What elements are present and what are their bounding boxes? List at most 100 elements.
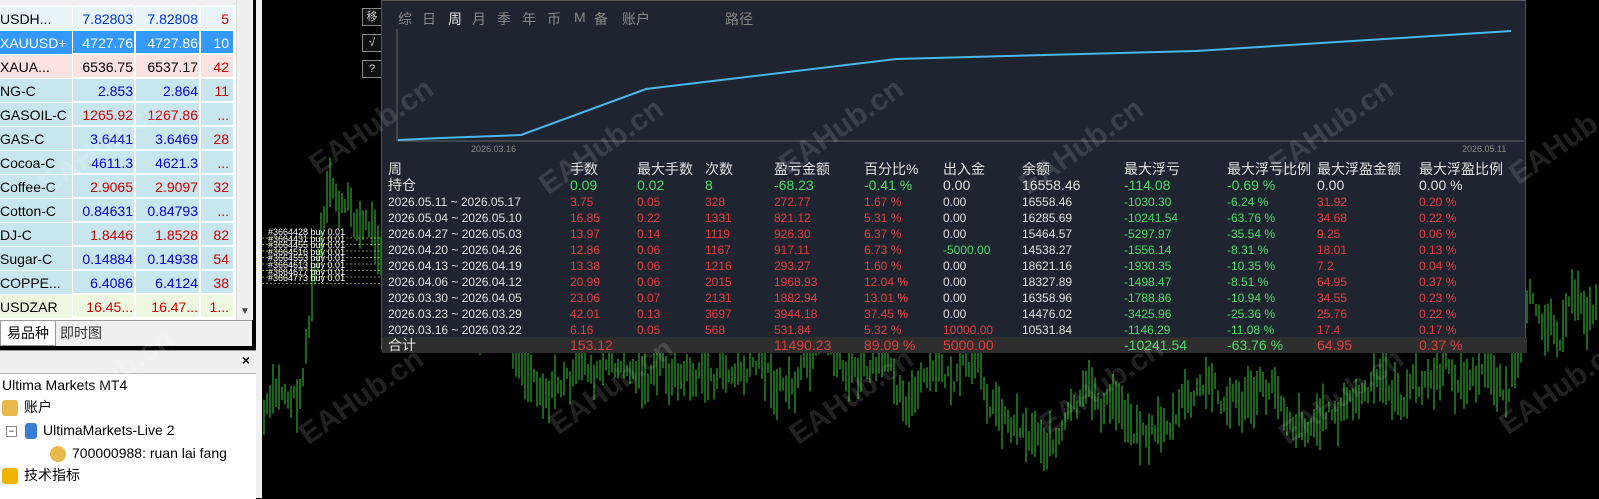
- cell-spread: 1...: [201, 295, 234, 318]
- stats-cell: 42.01: [570, 307, 601, 321]
- cell-bid: 2.853: [73, 79, 135, 102]
- stats-cell: 9.25: [1317, 227, 1341, 241]
- cell-symbol: GASOIL-C: [0, 103, 73, 127]
- market-watch-row[interactable]: Sugar-C 0.14884 0.14938 54: [0, 247, 236, 271]
- nav-account[interactable]: 700000988: ruan lai fang: [50, 443, 227, 463]
- tab-period[interactable]: 季: [497, 9, 511, 29]
- nav-server[interactable]: − UltimaMarkets-Live 2: [6, 420, 174, 440]
- stats-cell: -11.08 %: [1227, 323, 1275, 337]
- stats-cell: 328: [705, 195, 726, 209]
- nav-indicators[interactable]: 技术指标: [2, 465, 80, 485]
- cell-spread: 38: [201, 271, 234, 294]
- stats-cell: 31.92: [1317, 195, 1348, 209]
- check-button[interactable]: √: [362, 34, 382, 52]
- stats-cell: 0.06: [637, 243, 661, 257]
- tab-period[interactable]: 币: [547, 9, 561, 29]
- market-watch-row[interactable]: COPPE... 6.4086 6.4124 38: [0, 271, 236, 295]
- cell-symbol: Sugar-C: [0, 247, 73, 271]
- cell-ask: 4621.3: [136, 151, 200, 174]
- stats-cell: 821.12: [774, 211, 811, 225]
- tab-period[interactable]: 综: [398, 9, 412, 29]
- stats-cell: 531.84: [774, 323, 811, 337]
- stats-cell: -8.31 %: [1227, 243, 1269, 257]
- market-watch-row[interactable]: XAUA... 6536.75 6537.17 42: [0, 55, 236, 79]
- cell-symbol: GAS-C: [0, 127, 73, 151]
- stats-cell: -25.36 %: [1227, 307, 1276, 321]
- stats-cell: 1119: [705, 227, 730, 241]
- market-watch-row[interactable]: Coffee-C 2.9065 2.9097 32: [0, 175, 236, 199]
- scroll-down-icon[interactable]: ▼: [240, 306, 250, 317]
- stats-cell: 手数: [570, 161, 598, 177]
- market-watch-row[interactable]: Cocoa-C 4611.3 4621.3...: [0, 151, 236, 175]
- stats-cell: 1216: [705, 259, 732, 273]
- stats-cell: -0.69 %: [1227, 177, 1276, 193]
- stats-row: 2026.03.23 ~ 2026.03.29 42.01 0.13 3697 3944…: [382, 306, 1527, 322]
- market-watch-row[interactable]: NG-C 2.853 2.864 11: [0, 79, 236, 103]
- market-watch-row[interactable]: Cotton-C 0.84631 0.84793...: [0, 199, 236, 223]
- stats-cell: 0.00: [943, 291, 967, 305]
- cell-bid: 1265.92: [73, 103, 135, 126]
- stats-cell: 16285.69: [1022, 211, 1073, 225]
- help-button[interactable]: ?: [362, 60, 382, 78]
- market-watch-row[interactable]: DJ-C 1.8446 1.8528 82: [0, 223, 236, 247]
- market-watch-row[interactable]: GASOIL-C 1265.92 1267.86...: [0, 103, 236, 127]
- stats-cell: 周: [388, 161, 402, 177]
- stats-cell: 2131: [705, 291, 732, 305]
- stats-cell: 0.05: [637, 323, 661, 337]
- market-watch-row[interactable]: GAS-C 3.6441 3.6469 28: [0, 127, 236, 151]
- stats-cell: 最大浮盈比例: [1419, 161, 1503, 177]
- stats-cell: 5.32 %: [864, 323, 902, 337]
- cell-ask: 0.14938: [136, 247, 200, 270]
- stats-cell: -114.08: [1124, 177, 1171, 193]
- stats-cell: -1930.35: [1124, 259, 1172, 273]
- stats-cell: 7.2: [1317, 259, 1334, 273]
- tab-period[interactable]: 周: [448, 9, 462, 29]
- tab-period[interactable]: 月: [472, 9, 486, 29]
- tab-symbols[interactable]: 易品种: [0, 321, 56, 346]
- market-watch-row[interactable]: USDZAR 16.45... 16.47... 1...: [0, 295, 236, 319]
- tab-period[interactable]: 年: [522, 9, 536, 29]
- collapse-icon[interactable]: −: [6, 425, 17, 437]
- cell-symbol: XAUA...: [0, 55, 73, 79]
- stats-cell: -1788.86: [1124, 291, 1172, 305]
- server-icon: [25, 423, 37, 440]
- cell-ask: 1267.86: [136, 103, 200, 126]
- cell-spread: 10: [201, 31, 234, 54]
- market-watch-scrollbar[interactable]: ▼: [236, 0, 253, 320]
- close-icon[interactable]: ×: [242, 352, 250, 368]
- tab-tick-chart[interactable]: 即时图: [54, 321, 108, 345]
- move-button[interactable]: 移: [362, 8, 382, 26]
- stats-cell: 16558.46: [1022, 195, 1073, 209]
- cell-symbol: DJ-C: [0, 223, 73, 247]
- stats-cell: 1331: [705, 211, 732, 225]
- stats-cell: 0.00: [943, 307, 967, 321]
- stats-cell: 917.11: [774, 243, 810, 257]
- cell-symbol: Coffee-C: [0, 175, 73, 199]
- stats-cell: 6.73 %: [864, 243, 902, 257]
- tab-period[interactable]: M: [574, 9, 586, 25]
- stats-cell: 2026.04.27 ~ 2026.05.03: [388, 227, 522, 241]
- stats-cell: -63.76 %: [1227, 337, 1284, 353]
- nav-accounts[interactable]: 账户: [2, 397, 52, 417]
- tab-period[interactable]: 路径: [725, 9, 753, 29]
- stats-cell: 3.75: [570, 195, 594, 209]
- tab-period[interactable]: 日: [422, 9, 436, 29]
- stats-cell: 0.00: [943, 195, 967, 209]
- navigator-title-bar: ×: [0, 351, 256, 374]
- curve-start-label: 2026.03.16: [471, 144, 516, 154]
- cell-ask: 3.6469: [136, 127, 200, 150]
- stats-cell: 最大浮亏: [1124, 161, 1180, 177]
- nav-root[interactable]: Ultima Markets MT4: [2, 375, 127, 395]
- cell-ask: 2.9097: [136, 175, 200, 198]
- stats-cell: 0.00: [943, 275, 967, 289]
- tab-period[interactable]: 账户: [622, 9, 650, 29]
- stats-cell: 0.06: [637, 275, 661, 289]
- market-watch-row[interactable]: XAUUSD+ 4727.76 4727.86 10: [0, 31, 236, 55]
- cell-spread: 42: [201, 55, 234, 78]
- stats-cell: -63.76 %: [1227, 211, 1276, 225]
- stats-cell: 次数: [705, 161, 733, 177]
- stats-cell: 2026.04.20 ~ 2026.04.26: [388, 243, 522, 257]
- tab-period[interactable]: 备: [594, 9, 608, 29]
- stats-cell: 12.04 %: [864, 275, 909, 289]
- market-watch-row[interactable]: USDH... 7.82803 7.82808 5: [0, 7, 236, 31]
